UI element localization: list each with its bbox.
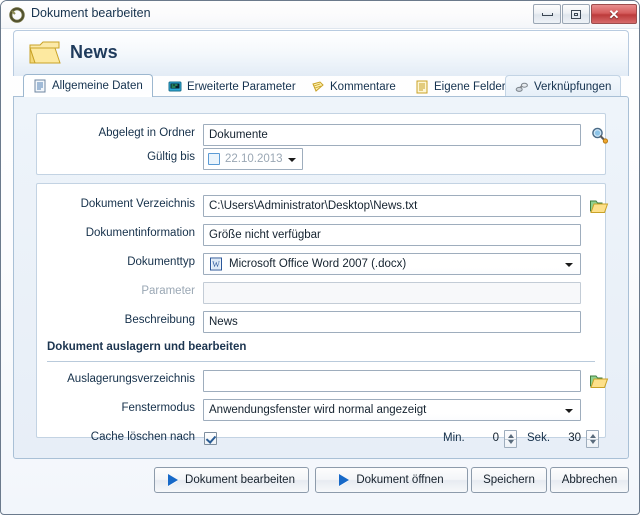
maximize-icon <box>571 9 581 19</box>
doctype-label: Dokumenttyp <box>127 256 195 268</box>
section-title: Dokument auslagern und bearbeiten <box>47 341 247 353</box>
checkout-dir-label: Auslagerungsverzeichnis <box>67 373 195 385</box>
row-beschreibung: Beschreibung News <box>37 311 605 333</box>
cache-sec-stepper[interactable] <box>586 430 599 448</box>
close-icon: ✕ <box>608 6 620 22</box>
group-document: Dokument Verzeichnis C:\Users\Administra… <box>36 183 609 448</box>
cache-sec-label: Sek. <box>527 432 551 444</box>
tab-label: Eigene Felder <box>434 80 506 93</box>
save-button[interactable]: Speichern <box>471 467 547 493</box>
play-icon <box>339 474 350 486</box>
row-gueltig-bis: Gültig bis 22.10.2013 <box>37 148 605 170</box>
cancel-button[interactable]: Abbrechen <box>550 467 629 493</box>
doctype-combobox[interactable]: W Microsoft Office Word 2007 (.docx) <box>203 253 581 275</box>
title-bar: Dokument bearbeiten ✕ <box>1 1 639 29</box>
tab-label: Erweiterte Parameter <box>187 80 296 93</box>
section-divider <box>47 361 595 362</box>
directory-input[interactable]: C:\Users\Administrator\Desktop\News.txt <box>203 195 581 217</box>
link-icon <box>515 82 528 92</box>
cache-label: Cache löschen nach <box>90 431 195 443</box>
open-document-button[interactable]: Dokument öffnen <box>315 467 468 493</box>
minimize-button[interactable] <box>533 4 561 24</box>
tab-label: Allgemeine Daten <box>52 80 143 92</box>
fields-icon <box>416 80 428 93</box>
row-fenstermodus: Fenstermodus Anwendungsfenster wird norm… <box>37 399 605 421</box>
tab-verknuepfungen[interactable]: Verknüpfungen <box>505 75 622 97</box>
chevron-down-icon[interactable] <box>565 263 573 267</box>
search-folder-icon[interactable] <box>589 125 609 145</box>
dialog-footer: Dokument bearbeiten Dokument öffnen Spei… <box>1 467 639 497</box>
description-label: Beschreibung <box>124 314 195 326</box>
checkout-dir-input[interactable] <box>203 370 581 392</box>
chevron-down-icon[interactable] <box>288 158 296 162</box>
window-mode-combobox[interactable]: Anwendungsfenster wird normal angezeigt <box>203 399 581 421</box>
cache-min-value[interactable]: 0 <box>477 432 499 444</box>
close-button[interactable]: ✕ <box>591 4 637 24</box>
row-parameter: Parameter <box>37 282 605 304</box>
open-folder-icon[interactable] <box>589 196 609 216</box>
row-cache-loeschen: Cache löschen nach Min. 0 Sek. 30 <box>37 428 605 450</box>
window-controls: ✕ <box>533 4 637 24</box>
maximize-button[interactable] <box>562 4 590 24</box>
tab-allgemeine-daten[interactable]: Allgemeine Daten <box>23 74 153 97</box>
tab-bar: Allgemeine Daten Erweiterte Parameter Ko… <box>13 74 629 97</box>
parameter-input <box>203 282 581 304</box>
tab-erweiterte-parameter[interactable]: Erweiterte Parameter <box>158 75 306 97</box>
cache-min-label: Min. <box>443 432 465 444</box>
cache-sec-value[interactable]: 30 <box>559 432 581 444</box>
row-dokumentinformation: Dokumentinformation Größe nicht verfügba… <box>37 224 605 246</box>
dialog-header: News <box>13 30 629 76</box>
window-mode-label: Fenstermodus <box>121 402 195 414</box>
tab-label: Kommentare <box>330 80 396 93</box>
valid-until-value: 22.10.2013 <box>225 153 283 165</box>
play-icon <box>168 474 179 486</box>
directory-label: Dokument Verzeichnis <box>80 198 195 210</box>
notes-icon <box>312 80 324 92</box>
row-abgelegt-in-ordner: Abgelegt in Ordner Dokumente <box>37 124 608 146</box>
row-auslagerungsverzeichnis: Auslagerungsverzeichnis <box>37 370 609 392</box>
valid-until-label: Gültig bis <box>147 151 195 163</box>
page-title: News <box>70 42 118 62</box>
folder-input[interactable]: Dokumente <box>203 124 581 146</box>
window-title: Dokument bearbeiten <box>31 6 151 20</box>
folder-icon <box>29 41 61 64</box>
group-storage: Abgelegt in Ordner Dokumente Gültig bis … <box>36 113 608 175</box>
minimize-icon <box>541 12 553 16</box>
edit-document-label: Dokument bearbeiten <box>185 474 295 486</box>
open-folder-icon[interactable] <box>589 371 609 391</box>
edit-document-button[interactable]: Dokument bearbeiten <box>154 467 309 493</box>
doctype-value: Microsoft Office Word 2007 (.docx) <box>229 258 407 270</box>
row-dokumenttyp: Dokumenttyp W Microsoft Office Word 2007… <box>37 253 605 275</box>
open-document-label: Dokument öffnen <box>356 474 444 486</box>
cache-min-stepper[interactable] <box>504 430 517 448</box>
dialog-window: Dokument bearbeiten ✕ News Allgemeine Da… <box>0 0 640 515</box>
info-input[interactable]: Größe nicht verfügbar <box>203 224 581 246</box>
description-input[interactable]: News <box>203 311 581 333</box>
save-label: Speichern <box>483 474 535 486</box>
svg-text:W: W <box>212 260 220 269</box>
tab-eigene-felder[interactable]: Eigene Felder <box>405 75 516 97</box>
folder-label: Abgelegt in Ordner <box>98 127 195 139</box>
word-icon: W <box>210 257 222 271</box>
parameter-label: Parameter <box>141 285 195 297</box>
row-dokument-verzeichnis: Dokument Verzeichnis C:\Users\Administra… <box>37 195 609 217</box>
valid-until-datepicker[interactable]: 22.10.2013 <box>203 148 303 170</box>
cancel-label: Abbrechen <box>561 474 618 486</box>
section-checkout: Dokument auslagern und bearbeiten <box>37 341 605 359</box>
info-label: Dokumentinformation <box>85 227 195 239</box>
app-ring-icon <box>9 7 25 23</box>
document-lines-icon <box>34 79 46 93</box>
chevron-down-icon[interactable] <box>565 409 573 413</box>
monitor-icon <box>168 81 182 91</box>
tab-label: Verknüpfungen <box>534 80 612 93</box>
window-mode-value: Anwendungsfenster wird normal angezeigt <box>209 404 427 416</box>
tab-content-allgemeine-daten: Abgelegt in Ordner Dokumente Gültig bis … <box>13 96 629 459</box>
valid-until-checkbox[interactable] <box>208 153 220 165</box>
tab-kommentare[interactable]: Kommentare <box>301 75 406 97</box>
cache-checkbox[interactable] <box>204 432 217 445</box>
